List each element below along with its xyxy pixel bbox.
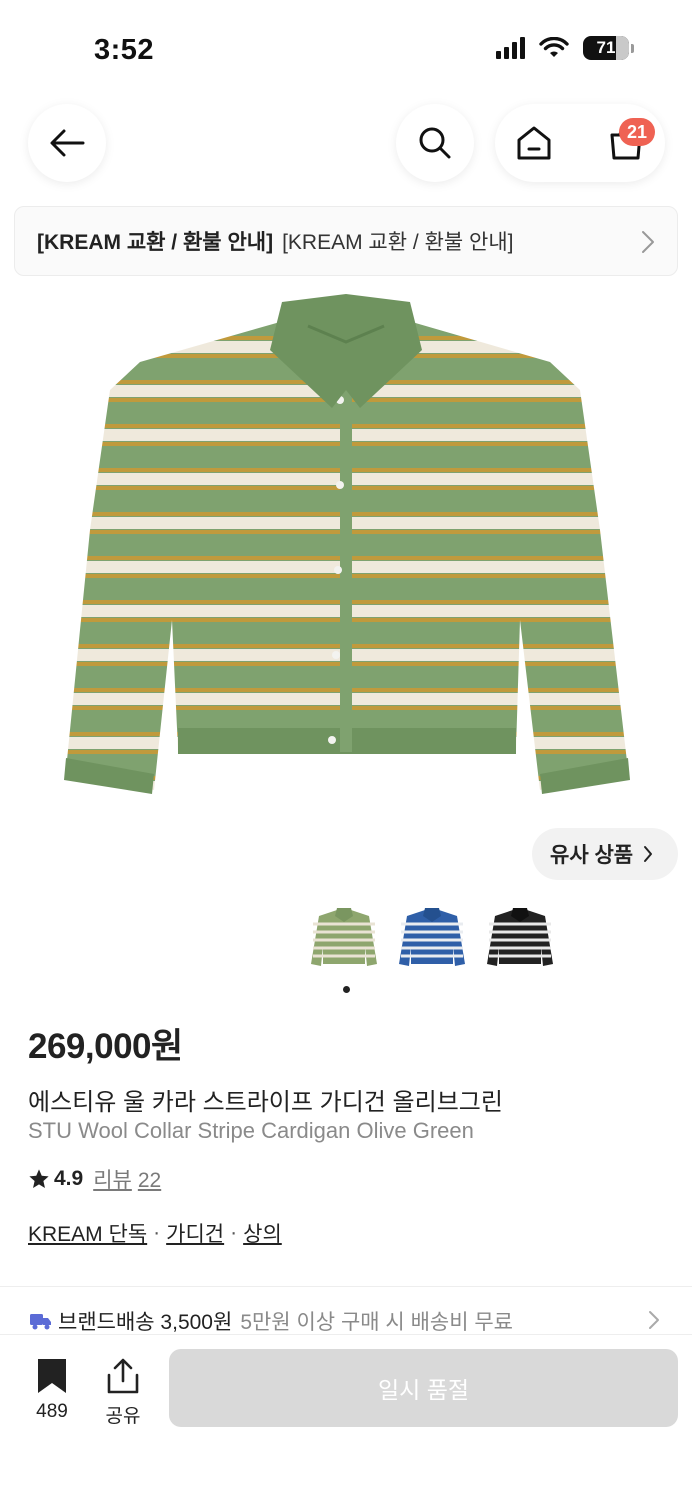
status-time: 3:52	[94, 34, 155, 66]
rating-value: 4.9	[54, 1167, 84, 1190]
status-bar: 3:52 71	[0, 0, 692, 100]
product-name-en: STU Wool Collar Stripe Cardigan Olive Gr…	[28, 1118, 474, 1143]
soldout-button[interactable]: 일시 품절	[169, 1349, 678, 1427]
cardigan-thumbnail-black	[487, 908, 553, 966]
star-icon	[29, 1169, 49, 1188]
arrow-left-icon	[50, 129, 85, 157]
tag-kream-exclusive[interactable]: KREAM 단독	[28, 1218, 147, 1248]
color-thumbnails	[306, 902, 558, 974]
truck-icon	[30, 1314, 51, 1330]
chevron-right-icon	[644, 846, 653, 862]
chevron-right-icon	[642, 231, 654, 253]
exchange-refund-notice[interactable]: [KREAM 교환 / 환불 안내] [KREAM 교환 / 환불 안내]	[14, 206, 678, 276]
shipping-info[interactable]: 브랜드배송 3,500원 5만원 이상 구매 시 배송비 무료	[30, 1306, 670, 1336]
battery-icon: 71	[583, 36, 634, 60]
tag-separator: ·	[153, 1221, 161, 1244]
cardigan-thumbnail-blue	[399, 908, 465, 966]
share-button[interactable]: 공유	[93, 1357, 153, 1428]
thumbnail-olive-green[interactable]	[306, 902, 382, 974]
signal-icon	[496, 37, 525, 59]
carousel-indicator	[343, 986, 350, 993]
bottom-action-bar: 489 공유 일시 품절	[0, 1334, 692, 1500]
tag-separator: ·	[230, 1221, 238, 1244]
bookmark-count: 489	[36, 1401, 68, 1422]
product-price: 269,000원	[28, 1027, 183, 1066]
nav-pill: 21	[495, 104, 665, 182]
category-tags: KREAM 단독 · 가디건 · 상의	[28, 1218, 282, 1248]
shipping-label: 브랜드배송 3,500원	[58, 1311, 233, 1334]
thumbnail-black[interactable]	[482, 902, 558, 974]
cardigan-thumbnail-olive	[311, 908, 377, 966]
share-icon	[107, 1358, 139, 1394]
battery-level: 71	[596, 38, 616, 57]
search-icon	[419, 127, 451, 159]
bookmark-button[interactable]: 489	[22, 1357, 82, 1423]
tag-top[interactable]: 상의	[243, 1218, 282, 1248]
chevron-right-icon	[649, 1311, 659, 1329]
cart-badge: 21	[619, 118, 655, 146]
rating-row: 4.9 리뷰 22	[28, 1164, 161, 1194]
thumbnail-blue[interactable]	[394, 902, 470, 974]
notice-text: [KREAM 교환 / 환불 안내]	[282, 231, 514, 254]
similar-products-button[interactable]: 유사 상품	[532, 828, 678, 880]
search-button[interactable]	[396, 104, 474, 182]
shipping-sub: 5만원 이상 구매 시 배송비 무료	[240, 1311, 514, 1334]
divider	[0, 1286, 692, 1287]
tag-cardigan[interactable]: 가디건	[166, 1218, 224, 1248]
notice-title: [KREAM 교환 / 환불 안내]	[37, 231, 274, 254]
back-button[interactable]	[28, 104, 106, 182]
share-label: 공유	[105, 1406, 141, 1427]
similar-products-label: 유사 상품	[550, 844, 634, 867]
review-link[interactable]: 리뷰 22	[93, 1164, 161, 1194]
cart-button[interactable]: 21	[587, 104, 665, 182]
product-name-ko: 에스티유 울 카라 스트라이프 가디건 올리브그린	[28, 1089, 503, 1116]
review-label: 리뷰	[93, 1169, 132, 1192]
product-image[interactable]	[60, 290, 632, 800]
status-icons: 71	[496, 36, 634, 60]
review-count: 22	[137, 1169, 162, 1192]
home-button[interactable]	[495, 104, 573, 182]
bookmark-icon	[38, 1359, 66, 1393]
wifi-icon	[539, 37, 569, 57]
home-icon	[517, 126, 551, 160]
